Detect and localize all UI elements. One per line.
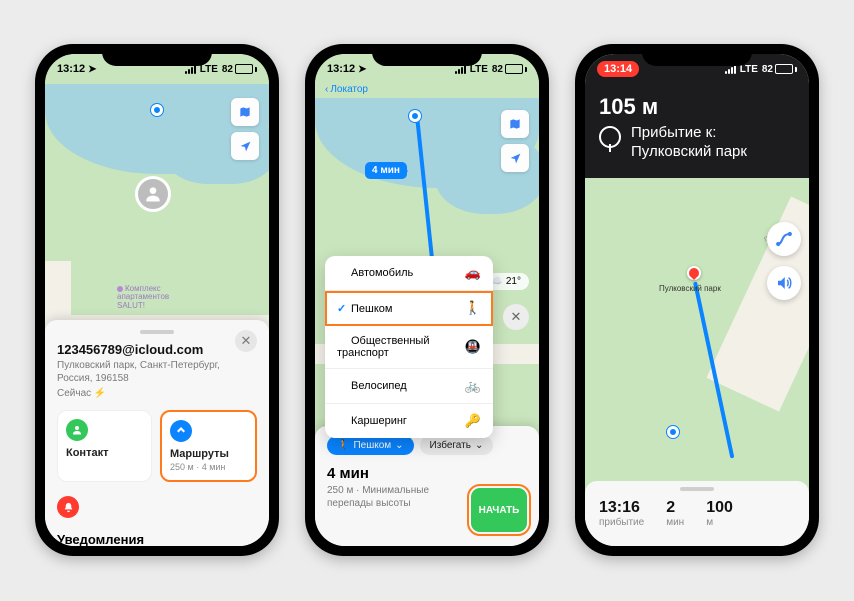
transport-mode-menu: Автомобиль 🚗 ✓Пешком 🚶 Общественный тран…: [325, 256, 493, 438]
walk-icon: 🚶: [337, 440, 349, 451]
chevron-left-icon: ‹: [325, 84, 328, 95]
nav-side-buttons: [767, 222, 801, 300]
contact-icon: [66, 419, 88, 441]
arrival-minutes: 2 мин: [666, 491, 684, 528]
contact-label: Контакт: [66, 447, 143, 459]
routes-label: Маршруты: [170, 448, 247, 460]
battery-icon: 82: [222, 64, 257, 75]
screen: 13:14 LTE 82 105 м Прибытие к:: [585, 54, 809, 546]
banner-distance: 105 м: [599, 94, 795, 120]
current-location-dot: [667, 426, 679, 438]
mode-car[interactable]: Автомобиль 🚗: [325, 256, 493, 291]
back-button[interactable]: ‹ Локатор: [325, 84, 368, 95]
destination-pin: [687, 266, 701, 280]
routes-icon: [170, 420, 192, 442]
mode-transit[interactable]: Общественный транспорт 🚇: [325, 326, 493, 369]
banner-text: Прибытие к: Пулковский парк: [631, 124, 747, 162]
routes-sub: 250 м · 4 мин: [170, 462, 247, 472]
destination-pin-icon: [599, 126, 621, 148]
battery-icon: 82: [762, 64, 797, 75]
avatar[interactable]: [135, 176, 171, 212]
close-button[interactable]: ✕: [235, 330, 257, 352]
now-label: Сейчас: [57, 388, 91, 399]
car-icon: 🚗: [465, 265, 481, 281]
map-controls: [231, 98, 259, 160]
eta-bubble: 4 мин: [365, 162, 407, 179]
summary-title: 4 мин: [327, 465, 527, 482]
map-controls: [501, 110, 529, 172]
sheet-subtitle: Пулковский парк, Санкт-Петербург, Россия…: [57, 359, 257, 385]
start-button[interactable]: НАЧАТЬ: [471, 488, 527, 532]
transit-icon: 🚇: [465, 339, 481, 355]
sheet-handle[interactable]: [680, 487, 714, 491]
status-time-pill: 13:14: [597, 61, 639, 77]
weather-temp: 21°: [506, 276, 521, 287]
location-services-icon: ➤: [88, 64, 96, 75]
status-time: 13:12: [57, 63, 85, 75]
sheet-handle[interactable]: [140, 330, 174, 334]
battery-glyph-icon: ⚡: [94, 388, 106, 399]
action-cards: Контакт Маршруты 250 м · 4 мин: [57, 410, 257, 482]
contact-card[interactable]: Контакт: [57, 410, 152, 482]
route-icon: [774, 229, 794, 249]
chevron-down-icon: ⌄: [395, 440, 403, 451]
screen: 13:12 ➤ LTE 82: [45, 54, 269, 546]
speaker-icon: [775, 274, 793, 292]
key-icon: 🔑: [465, 413, 481, 429]
recenter-button[interactable]: [501, 144, 529, 172]
mode-chip[interactable]: 🚶 Пешком ⌄: [327, 436, 414, 455]
notch: [102, 44, 212, 66]
routes-card[interactable]: Маршруты 250 м · 4 мин: [160, 410, 257, 482]
map-layers-icon: [238, 105, 252, 119]
route-start-dot: [409, 110, 421, 122]
poi-dot-icon: [117, 286, 123, 292]
location-services-icon: ➤: [358, 64, 366, 75]
phone-3: 13:14 LTE 82 105 м Прибытие к:: [575, 44, 819, 556]
location-arrow-icon: [509, 152, 522, 165]
check-icon: ✓: [337, 302, 351, 315]
map-mode-button[interactable]: [231, 98, 259, 126]
destination-pin-label: Пулковский парк: [659, 284, 721, 293]
arrival-sheet[interactable]: 13:16 прибытие 2 мин 100 м: [585, 481, 809, 546]
screen: 13:12 ➤ LTE 82 ‹ Локатор: [315, 54, 539, 546]
map-layers-icon: [508, 117, 522, 131]
route-overview-button[interactable]: [767, 222, 801, 256]
filter-chips: 🚶 Пешком ⌄ Избегать ⌄: [327, 436, 527, 455]
phone-2: 13:12 ➤ LTE 82 ‹ Локатор: [305, 44, 549, 556]
audio-button[interactable]: [767, 266, 801, 300]
notifications-icon[interactable]: [57, 496, 79, 518]
map-mode-button[interactable]: [501, 110, 529, 138]
chevron-down-icon: ⌄: [475, 440, 483, 451]
person-icon: [143, 184, 163, 204]
arrival-time: 13:16 прибытие: [599, 491, 644, 528]
bottom-sheet[interactable]: ✕ 123456789@icloud.com Пулковский парк, …: [45, 320, 269, 546]
status-time: 13:12: [327, 63, 355, 75]
walk-icon: 🚶: [465, 300, 481, 316]
poi-label: Комплекс апартаментов SALUT!: [117, 285, 169, 310]
back-label: Локатор: [330, 84, 368, 95]
phone-1: 13:12 ➤ LTE 82: [35, 44, 279, 556]
location-arrow-icon: [239, 140, 252, 153]
notifications-label: Уведомления: [57, 532, 257, 546]
notch: [372, 44, 482, 66]
close-menu-button[interactable]: ✕: [503, 304, 529, 330]
recenter-button[interactable]: [231, 132, 259, 160]
bike-icon: 🚲: [465, 378, 481, 394]
mode-bike[interactable]: Велосипед 🚲: [325, 369, 493, 404]
battery-icon: 82: [492, 64, 527, 75]
route-summary-sheet[interactable]: 🚶 Пешком ⌄ Избегать ⌄ 4 мин 250 м · Мини…: [315, 426, 539, 546]
close-icon: ✕: [511, 309, 522, 325]
notch: [642, 44, 752, 66]
avoid-chip[interactable]: Избегать ⌄: [420, 436, 494, 455]
mode-walk[interactable]: ✓Пешком 🚶: [325, 291, 493, 326]
mode-carshare[interactable]: Каршеринг 🔑: [325, 404, 493, 438]
map-person-dot: [151, 104, 163, 116]
close-icon: ✕: [241, 333, 252, 349]
sheet-title: 123456789@icloud.com: [57, 342, 257, 357]
arrival-distance: 100 м: [706, 491, 733, 528]
